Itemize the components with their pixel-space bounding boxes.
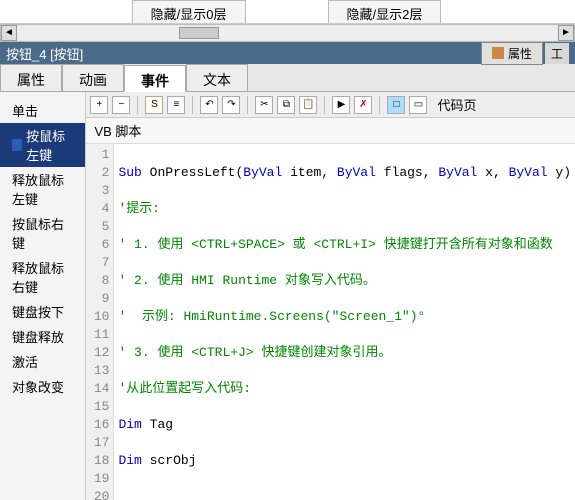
tool-undo-icon[interactable]: ↶ [200,96,218,114]
event-click[interactable]: 单击 [0,98,85,123]
tool-list-icon[interactable]: ≡ [167,96,185,114]
layer-tab-2[interactable]: 隐藏/显示2层 [328,0,442,23]
event-list: 单击 按鼠标左键 释放鼠标左键 按鼠标右键 释放鼠标右键 键盘按下 键盘释放 激… [0,92,86,500]
event-press-left-label: 按鼠标左键 [26,126,73,164]
layer-tabs: 隐藏/显示0层 隐藏/显示2层 [0,0,575,24]
event-activate[interactable]: 激活 [0,349,85,374]
properties-icon [492,47,504,59]
horizontal-scrollbar[interactable]: ◄ ► [0,24,575,42]
event-key-down[interactable]: 键盘按下 [0,299,85,324]
tools-tab[interactable]: 工 [545,43,569,64]
code-text[interactable]: Sub OnPressLeft(ByVal item, ByVal flags,… [114,144,575,500]
event-key-up[interactable]: 键盘释放 [0,324,85,349]
tool-delete-icon[interactable]: − [112,96,130,114]
tool-script-icon[interactable]: S [145,96,163,114]
properties-tab[interactable]: 属性 [481,42,543,65]
event-press-left[interactable]: 按鼠标左键 [0,123,85,167]
tool-pointer-icon[interactable]: ▶ [332,96,350,114]
tool-check-icon[interactable]: ✗ [354,96,372,114]
tool-add-icon[interactable]: + [90,96,108,114]
event-press-right[interactable]: 按鼠标右键 [0,211,85,255]
tool-form-icon[interactable]: □ [387,96,405,114]
object-title: 按钮_4 [按钮] [6,44,481,63]
event-release-left[interactable]: 释放鼠标左键 [0,167,85,211]
scroll-right-icon[interactable]: ► [558,25,574,41]
tool-cut-icon[interactable]: ✂ [255,96,273,114]
tool-redo-icon[interactable]: ↷ [222,96,240,114]
content-area: 单击 按鼠标左键 释放鼠标左键 按鼠标右键 释放鼠标右键 键盘按下 键盘释放 激… [0,92,575,500]
line-gutter: 12345678910111213141516171819202122 [86,144,114,500]
script-icon [12,139,22,151]
scroll-track[interactable] [17,26,558,40]
event-release-right[interactable]: 释放鼠标右键 [0,255,85,299]
tool-panel-icon[interactable]: ▭ [409,96,427,114]
code-page-label: 代码页 [437,95,476,114]
object-title-bar: 按钮_4 [按钮] 属性 工 [0,42,575,64]
tab-properties[interactable]: 属性 [0,64,62,91]
tab-text[interactable]: 文本 [186,64,248,91]
main-tabs: 属性 动画 事件 文本 [0,64,575,92]
tool-copy-icon[interactable]: ⧉ [277,96,295,114]
scroll-left-icon[interactable]: ◄ [1,25,17,41]
editor-toolbar: + − S ≡ ↶ ↷ ✂ ⧉ 📋 ▶ ✗ □ ▭ 代码页 [86,92,575,118]
properties-tab-label: 属性 [508,45,532,62]
tab-events[interactable]: 事件 [124,65,186,92]
script-editor: + − S ≡ ↶ ↷ ✂ ⧉ 📋 ▶ ✗ □ ▭ 代码页 VB 脚本 1234… [86,92,575,500]
tab-animation[interactable]: 动画 [62,64,124,91]
event-object-change[interactable]: 对象改变 [0,374,85,399]
code-area[interactable]: 12345678910111213141516171819202122 Sub … [86,144,575,500]
layer-tab-0[interactable]: 隐藏/显示0层 [132,0,246,23]
scroll-thumb[interactable] [179,27,219,39]
tool-paste-icon[interactable]: 📋 [299,96,317,114]
vb-script-label: VB 脚本 [86,118,575,144]
